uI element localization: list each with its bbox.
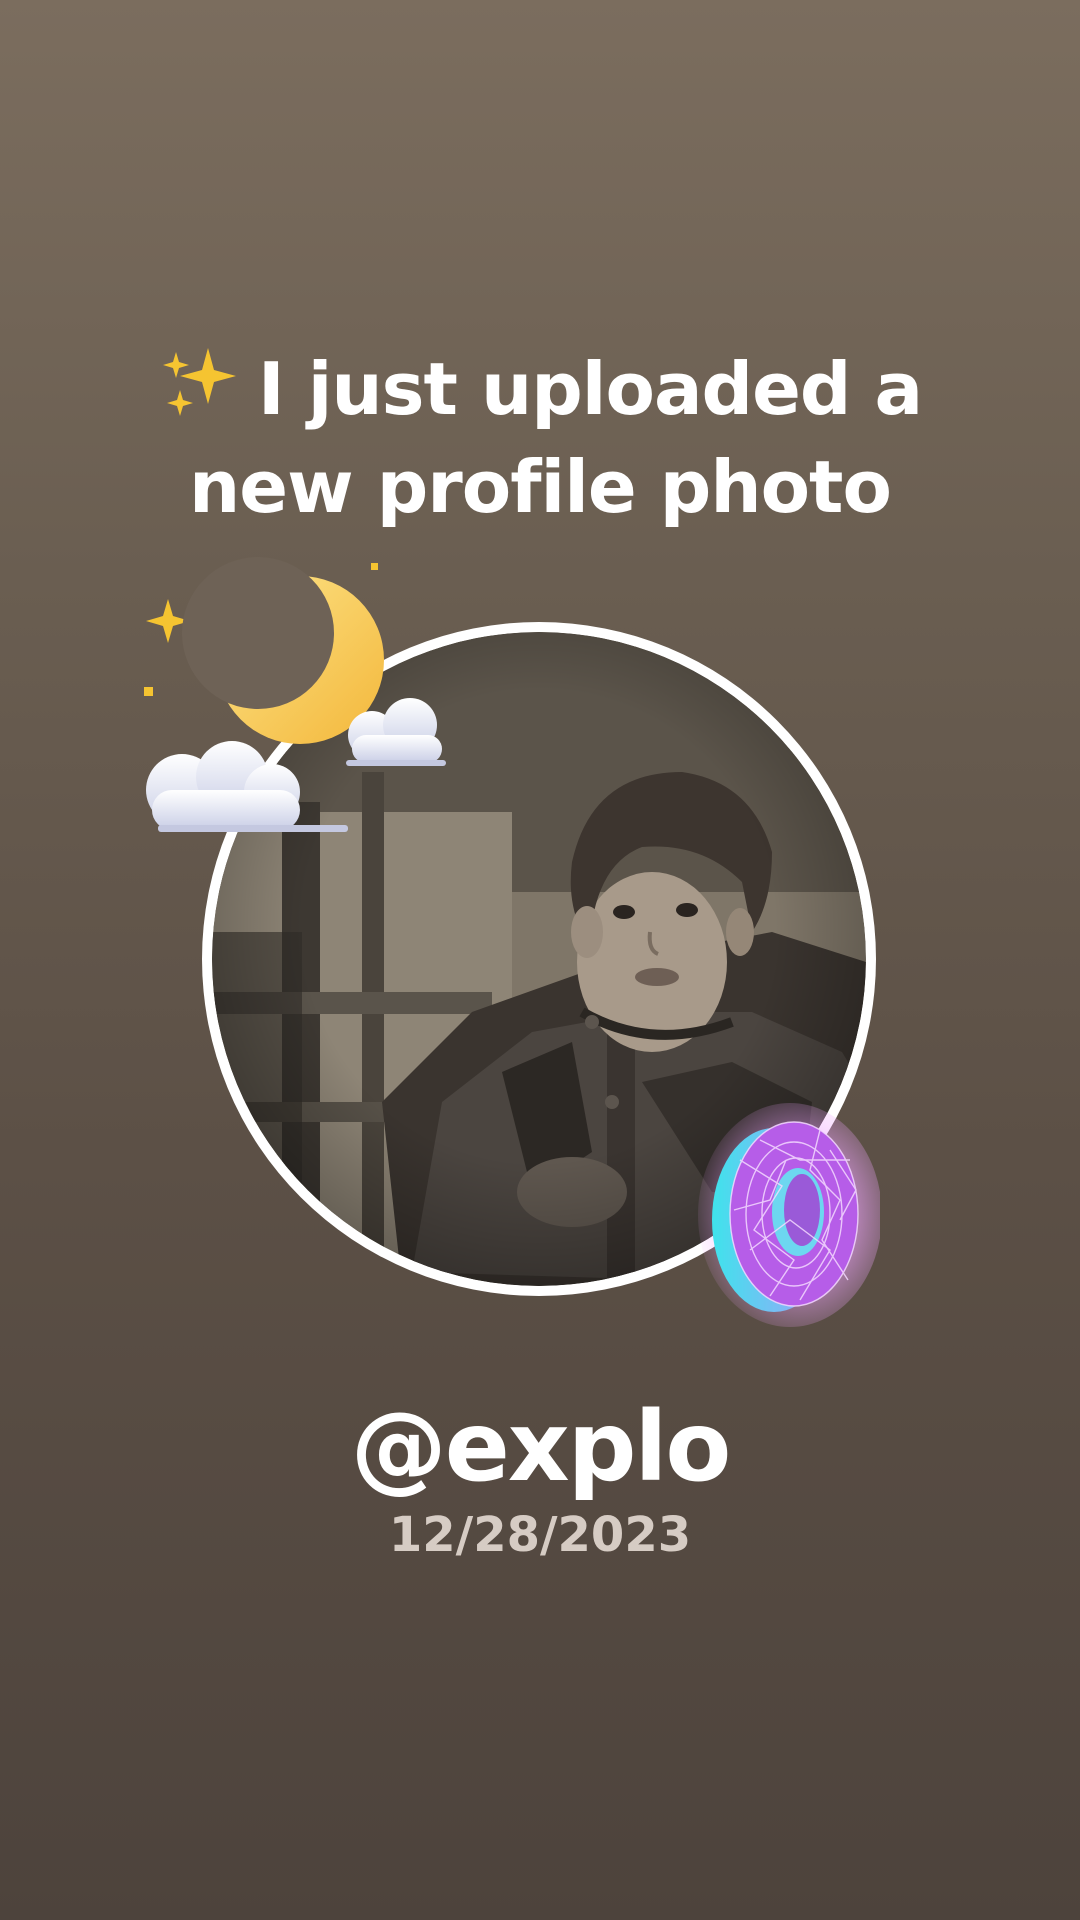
headline-line-1: I just uploaded a [0, 340, 1080, 438]
moon-icon [144, 557, 446, 832]
wireframe-donut-sticker[interactable] [690, 1100, 882, 1330]
headline: I just uploaded a new profile photo [0, 340, 1080, 536]
moon-clouds-sticker[interactable] [140, 555, 450, 855]
sparkles-icon [158, 346, 240, 420]
headline-text-1: I just uploaded a [257, 347, 923, 431]
upload-date: 12/28/2023 [388, 1507, 692, 1563]
username: @explo [350, 1391, 732, 1503]
donut-icon [698, 1103, 882, 1327]
headline-line-2: new profile photo [189, 445, 892, 529]
